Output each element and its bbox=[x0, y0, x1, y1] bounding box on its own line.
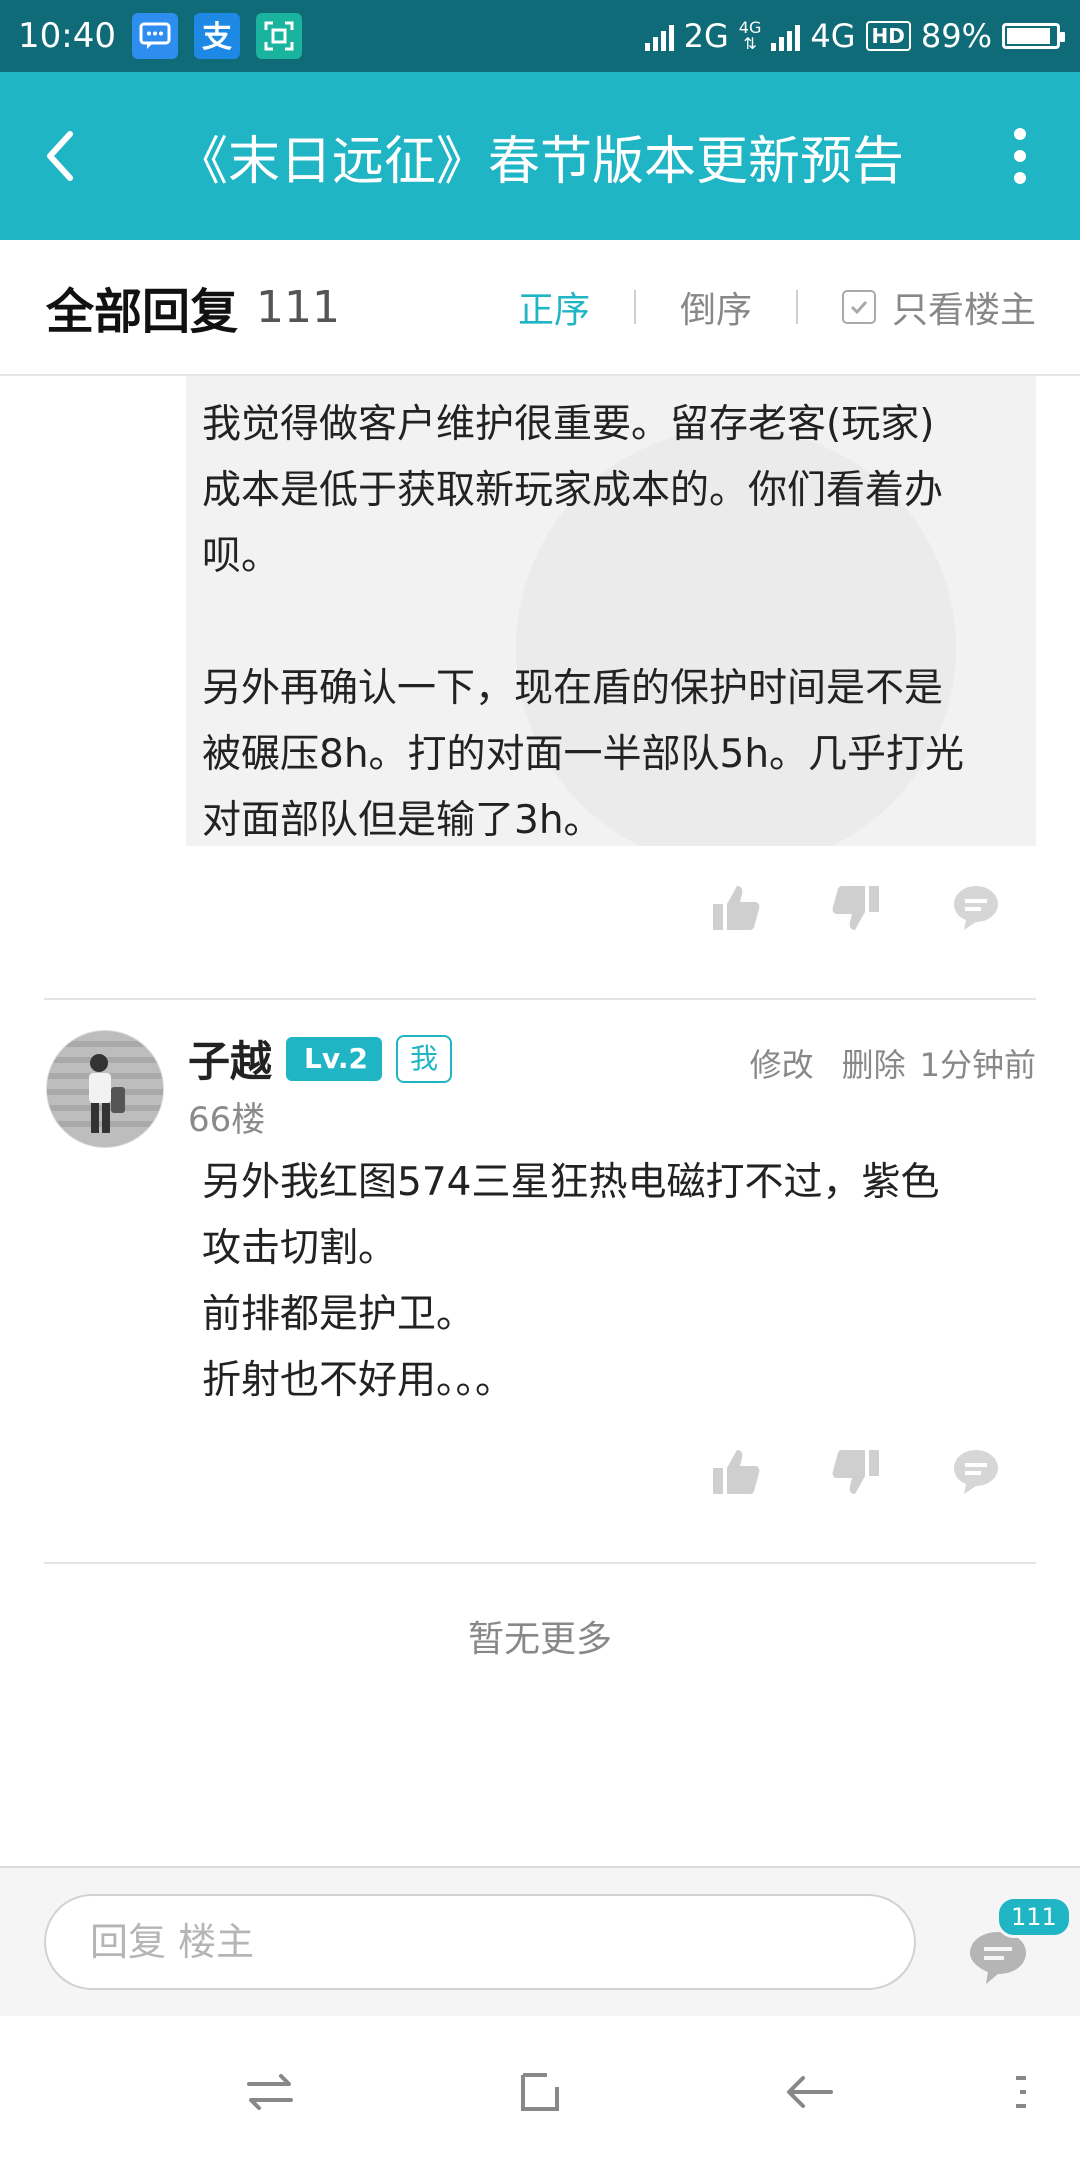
alipay-icon: 支 bbox=[193, 13, 240, 59]
edit-link[interactable]: 修改 bbox=[750, 1040, 814, 1086]
avatar-image bbox=[47, 1031, 163, 1147]
thumbs-up-icon bbox=[713, 1450, 760, 1494]
back-nav-icon bbox=[787, 2076, 833, 2108]
divider bbox=[44, 998, 1036, 1000]
divider bbox=[44, 1562, 1036, 1564]
comment-icon bbox=[954, 1450, 998, 1494]
home-button[interactable] bbox=[510, 2064, 570, 2120]
me-badge: 我 bbox=[395, 1034, 452, 1083]
swap-icon bbox=[247, 2074, 293, 2110]
level-badge: Lv.2 bbox=[286, 1036, 382, 1081]
dislike-button[interactable] bbox=[826, 1442, 886, 1502]
menu-lines-icon bbox=[1016, 2076, 1026, 2108]
only-op-toggle[interactable]: 只看楼主 bbox=[841, 281, 1036, 333]
switch-apps-button[interactable] bbox=[240, 2064, 300, 2120]
page-title: 《末日远征》春节版本更新预告 bbox=[175, 131, 904, 192]
back-button[interactable] bbox=[0, 72, 120, 240]
network-type-1: 2G bbox=[683, 17, 729, 55]
avatar[interactable] bbox=[46, 1030, 164, 1148]
reply-input[interactable]: 回复 楼主 bbox=[44, 1894, 916, 1990]
title-bar: 《末日远征》春节版本更新预告 bbox=[0, 72, 1080, 240]
reply-time: 1分钟前 bbox=[919, 1046, 1036, 1084]
replies-count: 111 bbox=[256, 281, 340, 333]
data-arrows-icon: 4G ⇅ bbox=[738, 18, 762, 53]
reply-actions bbox=[706, 1442, 1006, 1502]
reply-text: 另外我红图574三星狂热电磁打不过，紫色 攻击切割。 前排都是护卫。 折射也不好… bbox=[202, 1160, 940, 1403]
reply-input-bar: 回复 楼主 111 bbox=[0, 1866, 1080, 2018]
svg-text:支: 支 bbox=[202, 20, 232, 54]
status-indicators: 2G 4G ⇅ 4G HD 89% bbox=[644, 17, 1065, 55]
back-arrow-icon bbox=[47, 131, 73, 181]
floor-number: 66楼 bbox=[188, 1100, 266, 1140]
sort-ascending-tab[interactable]: 正序 bbox=[518, 281, 590, 333]
back-nav-button[interactable] bbox=[780, 2064, 840, 2120]
scan-icon bbox=[255, 13, 302, 59]
signal-icon-2 bbox=[771, 21, 801, 51]
like-button[interactable] bbox=[706, 878, 766, 938]
sort-controls: 正序 倒序 只看楼主 bbox=[518, 281, 1036, 333]
menu-nav-button[interactable] bbox=[1000, 2064, 1040, 2120]
like-button[interactable] bbox=[706, 1442, 766, 1502]
status-time: 10:40 bbox=[18, 16, 116, 56]
post-actions bbox=[706, 878, 1006, 938]
more-menu-button[interactable] bbox=[960, 72, 1080, 240]
replies-title: 全部回复 bbox=[46, 284, 239, 340]
quote-text: 我觉得做客户维护很重要。留存老客(玩家) 成本是低于获取新玩家成本的。你们看着办… bbox=[202, 402, 965, 843]
dislike-button[interactable] bbox=[826, 878, 886, 938]
thumbs-down-icon bbox=[832, 886, 879, 930]
thumbs-up-icon bbox=[713, 886, 760, 930]
home-square-icon bbox=[521, 2073, 559, 2111]
signal-icon bbox=[644, 21, 674, 51]
system-nav-bar bbox=[0, 2016, 1080, 2160]
comment-icon bbox=[954, 886, 998, 930]
message-icon bbox=[131, 13, 178, 59]
only-op-label: 只看楼主 bbox=[891, 290, 1036, 331]
thumbs-down-icon bbox=[832, 1450, 879, 1494]
sort-descending-tab[interactable]: 倒序 bbox=[680, 281, 752, 333]
no-more-text: 暂无更多 bbox=[467, 1619, 612, 1660]
comment-button[interactable] bbox=[946, 1442, 1006, 1502]
comment-button[interactable] bbox=[946, 878, 1006, 938]
hd-icon: HD bbox=[865, 21, 911, 51]
reply-meta: 修改 删除 1分钟前 bbox=[750, 1040, 1036, 1086]
reply-author-row: 子越 Lv.2 我 bbox=[188, 1028, 452, 1089]
status-bar: 10:40 支 2G 4G ⇅ 4G HD 89% bbox=[0, 0, 1080, 72]
separator bbox=[795, 290, 798, 324]
network-type-2: 4G bbox=[810, 17, 856, 55]
more-vertical-icon bbox=[1014, 128, 1026, 184]
battery-percent: 89% bbox=[920, 17, 992, 55]
quoted-reply: 我觉得做客户维护很重要。留存老客(玩家) 成本是低于获取新玩家成本的。你们看着办… bbox=[186, 376, 1036, 846]
replies-header: 全部回复 111 正序 倒序 只看楼主 bbox=[0, 240, 1080, 376]
separator bbox=[633, 290, 636, 324]
comment-count-badge: 111 bbox=[996, 1896, 1072, 1938]
checkbox-icon[interactable] bbox=[841, 290, 876, 324]
author-name[interactable]: 子越 bbox=[188, 1028, 272, 1089]
battery-icon bbox=[1002, 23, 1065, 49]
delete-link[interactable]: 删除 bbox=[842, 1040, 906, 1086]
